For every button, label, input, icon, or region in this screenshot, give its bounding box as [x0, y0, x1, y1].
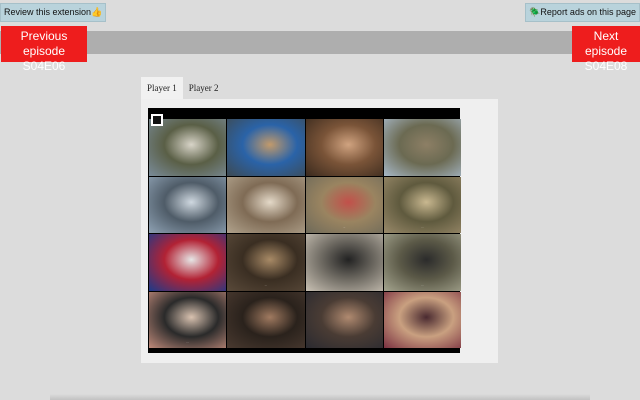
previous-episode-label: Previous episode [20, 29, 68, 58]
video-thumbnail [149, 119, 227, 176]
thumbnail-caption: ... [186, 340, 189, 344]
review-extension-button[interactable]: Review this extension👍 [0, 3, 107, 22]
page-bottom-shadow [50, 394, 590, 400]
thumbnail-caption: ... [264, 282, 268, 287]
review-extension-label: Review this extension [4, 7, 92, 17]
video-thumbnail [149, 234, 227, 291]
video-thumbnail: ... [227, 234, 305, 291]
previous-episode-code: S04E06 [22, 59, 66, 73]
video-thumbnail [383, 119, 461, 176]
video-thumbnail: ... [149, 291, 227, 348]
thumbnail-caption: ... [421, 282, 424, 287]
next-episode-label: Next episode [584, 29, 628, 58]
video-thumbnail [383, 291, 461, 348]
thumbs-up-icon: 👍 [91, 7, 103, 17]
next-episode-code: S04E08 [584, 59, 628, 73]
player-tabs: Player 1 Player 2 [141, 77, 225, 99]
report-ads-button[interactable]: 🪲Report ads on this page [525, 3, 640, 22]
video-thumbnail [305, 234, 383, 291]
report-ads-label: Report ads on this page [540, 7, 636, 17]
thumbnail-caption: ... [421, 225, 424, 229]
tab-player-2[interactable]: Player 2 [183, 77, 225, 99]
video-thumbnail: ... [383, 176, 461, 233]
header-band [0, 31, 640, 54]
video-thumbnail [305, 291, 383, 348]
next-episode-button[interactable]: Next episode S04E08 [572, 26, 640, 73]
thumbnail-caption: ... [342, 225, 346, 229]
video-thumbnail [305, 119, 383, 176]
thumbnail-grid: ............... [149, 119, 461, 348]
play-icon[interactable] [151, 114, 163, 126]
video-player[interactable]: ............... [148, 108, 461, 353]
video-thumbnail [227, 119, 305, 176]
video-thumbnail: ... [305, 176, 383, 233]
video-thumbnail [227, 291, 305, 348]
bug-icon: 🪲 [529, 7, 541, 17]
video-thumbnail [149, 176, 227, 233]
video-thumbnail [227, 176, 305, 233]
video-thumbnail: ... [383, 234, 461, 291]
previous-episode-button[interactable]: Previous episode S04E06 [1, 26, 87, 73]
tab-player-1[interactable]: Player 1 [141, 77, 183, 99]
